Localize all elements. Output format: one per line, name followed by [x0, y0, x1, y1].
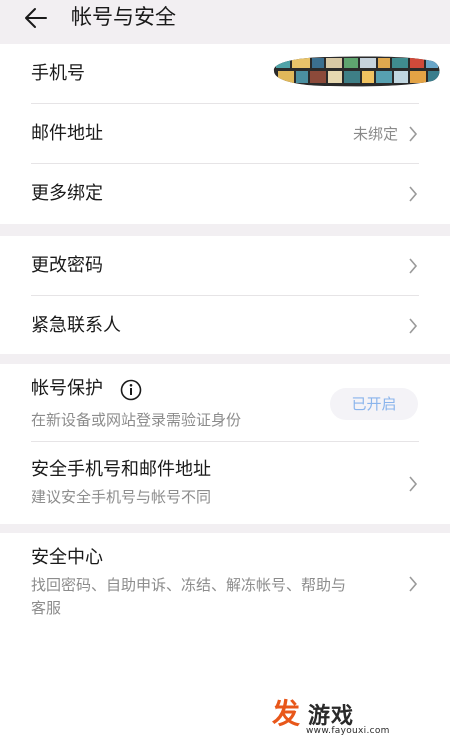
emergency-contact-row[interactable]: 紧急联系人 [0, 296, 450, 356]
account-protection-subtitle: 在新设备或网站登录需验证身份 [31, 411, 242, 429]
more-binding-label: 更多绑定 [31, 183, 103, 204]
secure-phone-email-row[interactable]: 安全手机号和邮件地址 建议安全手机号与帐号不同 [0, 442, 450, 524]
security-center-title: 安全中心 [31, 547, 103, 568]
watermark-logo: 发 [272, 697, 301, 730]
chevron-right-icon [409, 576, 418, 592]
security-center-desc-line1: 找回密码、自助申诉、冻结、解冻帐号、帮助与 [31, 576, 347, 594]
security-center-group: 安全中心 找回密码、自助申诉、冻结、解冻帐号、帮助与 客服 发 游戏 www.f… [0, 533, 450, 742]
watermark-url: www.fayouxi.com [306, 726, 390, 736]
email-status: 未绑定 [352, 125, 398, 143]
chevron-right-icon [409, 258, 418, 274]
security-center-row[interactable]: 安全中心 找回密码、自助申诉、冻结、解冻帐号、帮助与 客服 [0, 533, 450, 633]
account-protection-group: 帐号保护 在新设备或网站登录需验证身份 已开启 安全手机号和邮件地址 建议安全手… [0, 364, 450, 524]
emergency-contact-label: 紧急联系人 [31, 315, 121, 336]
redacted-phone-mask [273, 56, 440, 87]
secure-phone-email-subtitle: 建议安全手机号与帐号不同 [31, 488, 212, 506]
chevron-right-icon [409, 126, 418, 142]
email-row[interactable]: 邮件地址 未绑定 [0, 104, 450, 164]
site-watermark: 发 游戏 www.fayouxi.com [272, 697, 400, 736]
secure-phone-email-label: 安全手机号和邮件地址 [31, 459, 211, 480]
account-protection-title: 帐号保护 [31, 378, 103, 399]
more-binding-row[interactable]: 更多绑定 [0, 164, 450, 224]
chevron-right-icon [409, 318, 418, 334]
email-label: 邮件地址 [31, 123, 103, 144]
phone-label: 手机号 [31, 63, 85, 84]
chevron-right-icon [409, 186, 418, 202]
security-center-desc-line2: 客服 [31, 599, 62, 617]
info-icon[interactable] [120, 379, 142, 401]
password-group: 更改密码 紧急联系人 [0, 236, 450, 354]
account-protection-row[interactable]: 帐号保护 在新设备或网站登录需验证身份 已开启 [0, 364, 450, 442]
page-title: 帐号与安全 [71, 5, 176, 29]
chevron-right-icon [409, 476, 418, 492]
protection-status-pill[interactable]: 已开启 [330, 388, 418, 420]
top-bar: 帐号与安全 [0, 0, 450, 36]
change-password-label: 更改密码 [31, 255, 103, 276]
change-password-row[interactable]: 更改密码 [0, 236, 450, 296]
account-binding-group: 手机号 邮件地址 未绑定 更多绑定 [0, 44, 450, 224]
phone-row[interactable]: 手机号 [0, 44, 450, 104]
back-arrow-icon[interactable] [24, 7, 48, 29]
